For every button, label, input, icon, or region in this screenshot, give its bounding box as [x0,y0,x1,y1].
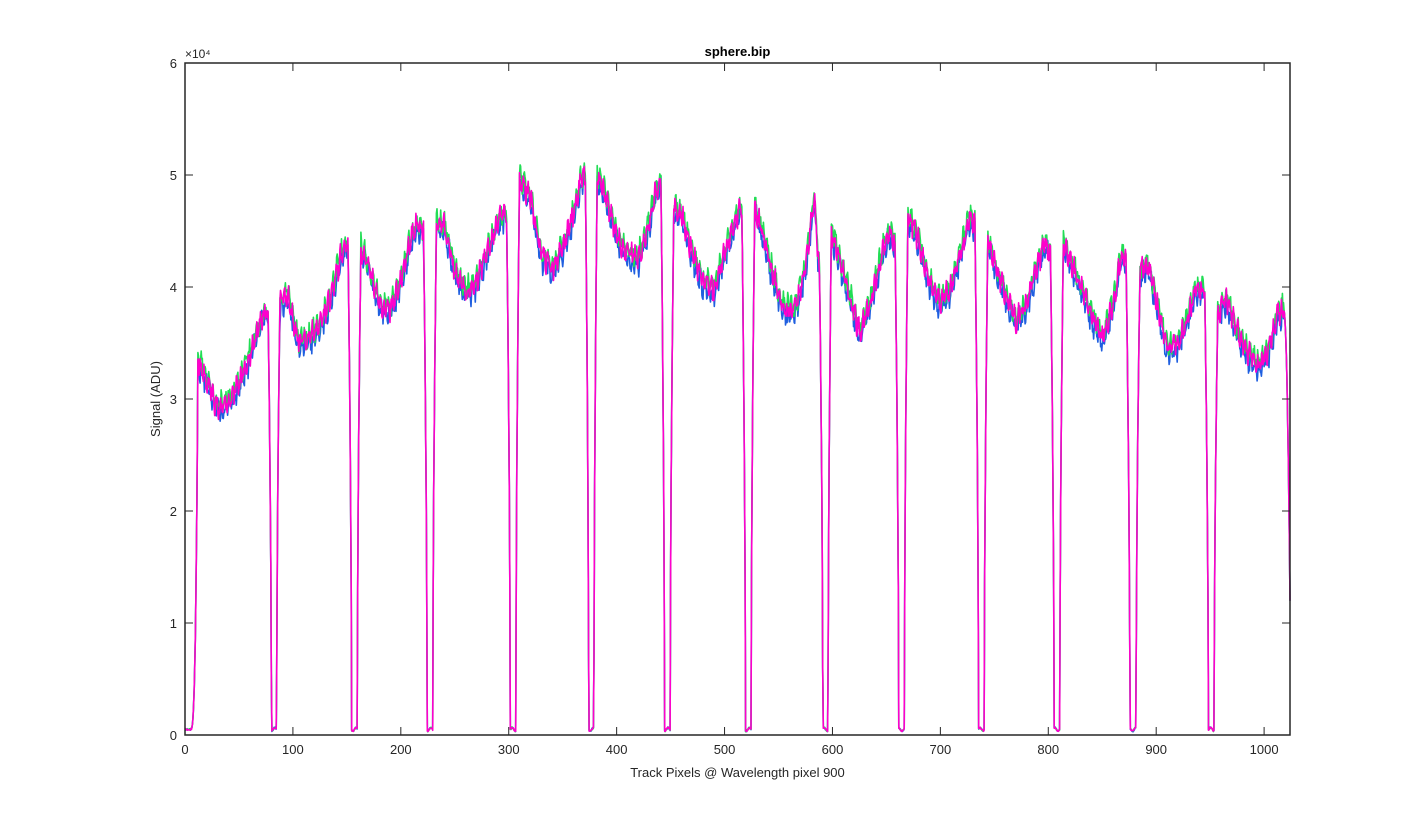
y-tick-label: 5 [170,168,177,183]
x-tick-label: 1000 [1250,742,1279,757]
y-tick-label: 4 [170,280,177,295]
x-tick-label: 800 [1037,742,1059,757]
y-tick-label: 1 [170,616,177,631]
figure: 0 100 200 300 400 500 600 700 800 900 10000123456 … [0,0,1425,825]
x-tick-label: 500 [714,742,736,757]
x-tick-label: 200 [390,742,412,757]
y-axis-label: Signal (ADU) [148,361,163,437]
chart-title: sphere.bip [705,44,771,59]
x-tick-label: 0 [181,742,188,757]
x-tick-label: 400 [606,742,628,757]
y-tick-label: 2 [170,504,177,519]
y-tick-label: 0 [170,728,177,743]
y-tick-label: 3 [170,392,177,407]
y-exponent-label: ×10⁴ [185,47,211,61]
x-tick-label: 700 [930,742,952,757]
x-tick-label: 100 [282,742,304,757]
y-tick-label: 6 [170,56,177,71]
x-tick-label: 300 [498,742,520,757]
x-axis-label: Track Pixels @ Wavelength pixel 900 [630,765,845,780]
x-tick-label: 600 [822,742,844,757]
x-tick-label: 900 [1145,742,1167,757]
